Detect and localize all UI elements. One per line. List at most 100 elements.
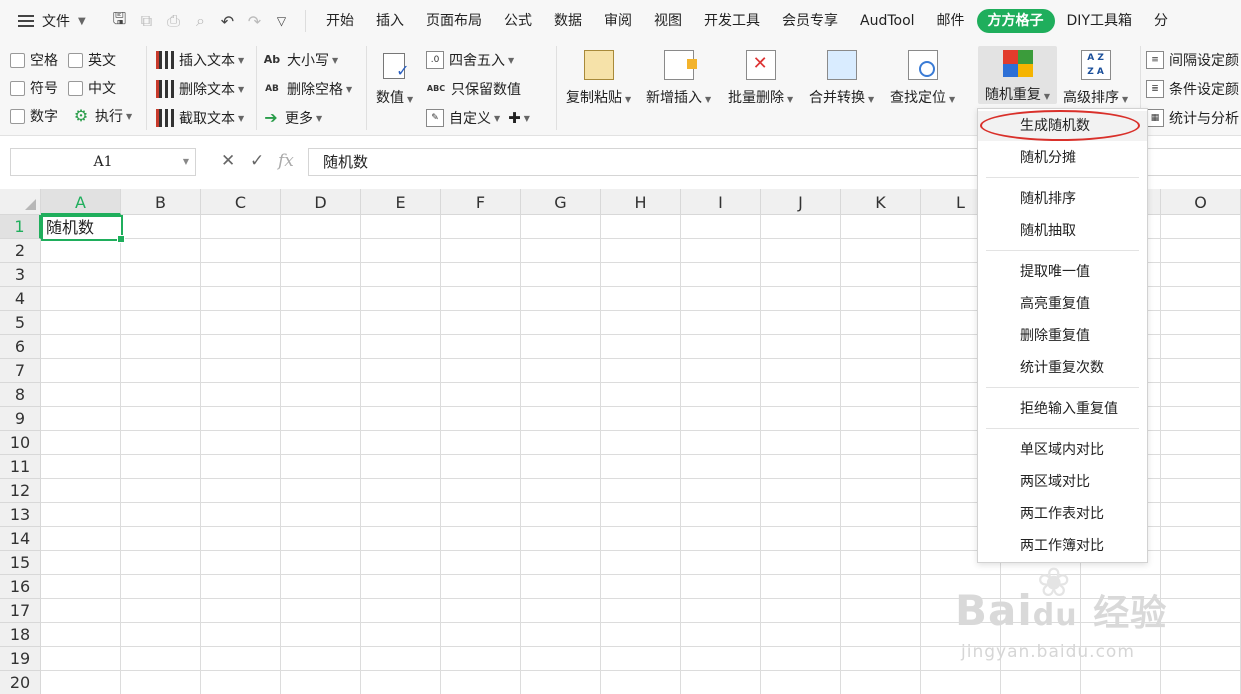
stats-button[interactable]: ▦ 统计与分析 bbox=[1146, 108, 1239, 128]
row-header-16[interactable]: 16 bbox=[0, 575, 41, 599]
row-header-9[interactable]: 9 bbox=[0, 407, 41, 431]
batch-delete-button[interactable]: 批量删除▼ bbox=[728, 50, 793, 107]
checkbox-box[interactable] bbox=[68, 52, 83, 68]
checkbox-english[interactable]: 英文 bbox=[68, 50, 116, 70]
menu-item-two-workbook-compare[interactable]: 两工作簿对比 bbox=[978, 531, 1147, 561]
row-header-2[interactable]: 2 bbox=[0, 239, 41, 263]
case-button[interactable]: Ab 大小写 ▼ bbox=[262, 50, 338, 70]
tab-view[interactable]: 视图 bbox=[644, 9, 692, 33]
column-header-g[interactable]: G bbox=[521, 189, 601, 215]
delete-space-button[interactable]: AB 删除空格 ▼ bbox=[262, 79, 352, 99]
interval-color-button[interactable]: ≡ 间隔设定颜 bbox=[1146, 50, 1239, 70]
select-all-corner[interactable] bbox=[0, 189, 41, 215]
checkbox-box[interactable] bbox=[10, 52, 25, 68]
menu-item-extract-unique[interactable]: 提取唯一值 bbox=[978, 257, 1147, 287]
tab-fangfanggezi[interactable]: 方方格子 bbox=[976, 9, 1055, 33]
merge-convert-button[interactable]: 合并转换 ▼ bbox=[809, 50, 874, 107]
random-repeat-button[interactable]: 随机重复 ▼ bbox=[978, 46, 1057, 104]
name-box[interactable]: A1 ▼ bbox=[10, 148, 196, 176]
menu-item-generate-random[interactable]: 生成随机数 bbox=[978, 111, 1147, 141]
menu-item-single-range-compare[interactable]: 单区域内对比 bbox=[978, 435, 1147, 465]
export-icon[interactable]: ⧉ bbox=[133, 11, 160, 31]
menu-item-random-allocate[interactable]: 随机分摊 bbox=[978, 143, 1147, 173]
tab-insert[interactable]: 插入 bbox=[366, 9, 414, 33]
copy-paste-button[interactable]: 复制粘贴 ▼ bbox=[566, 50, 631, 107]
column-header-a[interactable]: A bbox=[41, 189, 121, 215]
row-header-4[interactable]: 4 bbox=[0, 287, 41, 311]
new-insert-button[interactable]: 新增插入 ▼ bbox=[646, 50, 711, 107]
tab-audtool[interactable]: AudTool bbox=[850, 9, 925, 33]
column-header-o[interactable]: O bbox=[1161, 189, 1241, 215]
tab-formulas[interactable]: 公式 bbox=[494, 9, 542, 33]
advanced-sort-button[interactable]: A ZZ A 高级排序 ▼ bbox=[1063, 50, 1128, 107]
insert-text-button[interactable]: 插入文本 ▼ bbox=[156, 50, 244, 70]
menu-item-two-sheet-compare[interactable]: 两工作表对比 bbox=[978, 499, 1147, 529]
row-header-10[interactable]: 10 bbox=[0, 431, 41, 455]
column-header-k[interactable]: K bbox=[841, 189, 921, 215]
value-button[interactable]: 数值▼ bbox=[376, 50, 413, 107]
row-header-8[interactable]: 8 bbox=[0, 383, 41, 407]
save-icon[interactable]: 🖫 bbox=[106, 8, 133, 35]
menu-item-two-range-compare[interactable]: 两区域对比 bbox=[978, 467, 1147, 497]
file-menu[interactable]: 文件 ▼ bbox=[0, 11, 106, 31]
tab-home[interactable]: 开始 bbox=[316, 9, 364, 33]
tab-review[interactable]: 审阅 bbox=[594, 9, 642, 33]
row-header-18[interactable]: 18 bbox=[0, 623, 41, 647]
menu-item-highlight-duplicates[interactable]: 高亮重复值 bbox=[978, 289, 1147, 319]
undo-icon[interactable]: ↶ bbox=[214, 12, 241, 31]
print-icon[interactable]: ⎙ bbox=[160, 11, 187, 31]
row-header-20[interactable]: 20 bbox=[0, 671, 41, 694]
delete-text-button[interactable]: 删除文本 ▼ bbox=[156, 79, 244, 99]
column-header-f[interactable]: F bbox=[441, 189, 521, 215]
row-header-6[interactable]: 6 bbox=[0, 335, 41, 359]
column-header-h[interactable]: H bbox=[601, 189, 681, 215]
tab-mail[interactable]: 邮件 bbox=[927, 9, 975, 33]
column-header-c[interactable]: C bbox=[201, 189, 281, 215]
tab-member[interactable]: 会员专享 bbox=[772, 9, 848, 33]
tab-developer[interactable]: 开发工具 bbox=[694, 9, 770, 33]
confirm-icon[interactable]: ✓ bbox=[250, 151, 264, 171]
menu-item-random-sample[interactable]: 随机抽取 bbox=[978, 216, 1147, 246]
tab-more[interactable]: 分 bbox=[1144, 9, 1178, 33]
menu-item-random-sort[interactable]: 随机排序 bbox=[978, 184, 1147, 214]
cell-a1[interactable]: 随机数 bbox=[41, 215, 125, 243]
tab-page-layout[interactable]: 页面布局 bbox=[416, 9, 492, 33]
menu-item-remove-duplicates[interactable]: 删除重复值 bbox=[978, 321, 1147, 351]
tab-data[interactable]: 数据 bbox=[544, 9, 592, 33]
row-header-19[interactable]: 19 bbox=[0, 647, 41, 671]
menu-item-count-duplicates[interactable]: 统计重复次数 bbox=[978, 353, 1147, 383]
column-header-i[interactable]: I bbox=[681, 189, 761, 215]
cut-text-button[interactable]: 截取文本 ▼ bbox=[156, 108, 244, 128]
function-icon[interactable]: fx bbox=[278, 151, 294, 171]
row-header-1[interactable]: 1 bbox=[0, 215, 41, 239]
column-header-e[interactable]: E bbox=[361, 189, 441, 215]
round-button[interactable]: .0 四舍五入 ▼ bbox=[426, 50, 514, 70]
row-header-3[interactable]: 3 bbox=[0, 263, 41, 287]
row-header-5[interactable]: 5 bbox=[0, 311, 41, 335]
row-header-17[interactable]: 17 bbox=[0, 599, 41, 623]
checkbox-symbol[interactable]: 符号 bbox=[10, 78, 58, 98]
plus-icon[interactable]: ✚ bbox=[508, 109, 521, 127]
find-locate-button[interactable]: 查找定位 ▼ bbox=[890, 50, 955, 107]
chevron-down-icon[interactable]: ▼ bbox=[183, 149, 189, 175]
column-header-j[interactable]: J bbox=[761, 189, 841, 215]
checkbox-number[interactable]: 数字 bbox=[10, 106, 58, 126]
row-header-13[interactable]: 13 bbox=[0, 503, 41, 527]
more-button[interactable]: ➔ 更多 ▼ bbox=[262, 108, 322, 128]
row-header-7[interactable]: 7 bbox=[0, 359, 41, 383]
keep-value-button[interactable]: ABC 只保留数值 bbox=[426, 79, 521, 99]
checkbox-chinese[interactable]: 中文 bbox=[68, 78, 116, 98]
row-header-12[interactable]: 12 bbox=[0, 479, 41, 503]
checkbox-box[interactable] bbox=[68, 80, 83, 96]
print-preview-icon[interactable]: ⌕ bbox=[187, 11, 214, 31]
execute-button[interactable]: ⚙ 执行 ▼ bbox=[72, 106, 132, 126]
customize-icon[interactable]: ▽ bbox=[268, 14, 295, 28]
row-header-11[interactable]: 11 bbox=[0, 455, 41, 479]
tab-diy-toolbox[interactable]: DIY工具箱 bbox=[1057, 9, 1142, 33]
checkbox-box[interactable] bbox=[10, 80, 25, 96]
redo-icon[interactable]: ↷ bbox=[241, 12, 268, 31]
row-header-14[interactable]: 14 bbox=[0, 527, 41, 551]
checkbox-box[interactable] bbox=[10, 108, 25, 124]
column-header-b[interactable]: B bbox=[121, 189, 201, 215]
column-header-d[interactable]: D bbox=[281, 189, 361, 215]
